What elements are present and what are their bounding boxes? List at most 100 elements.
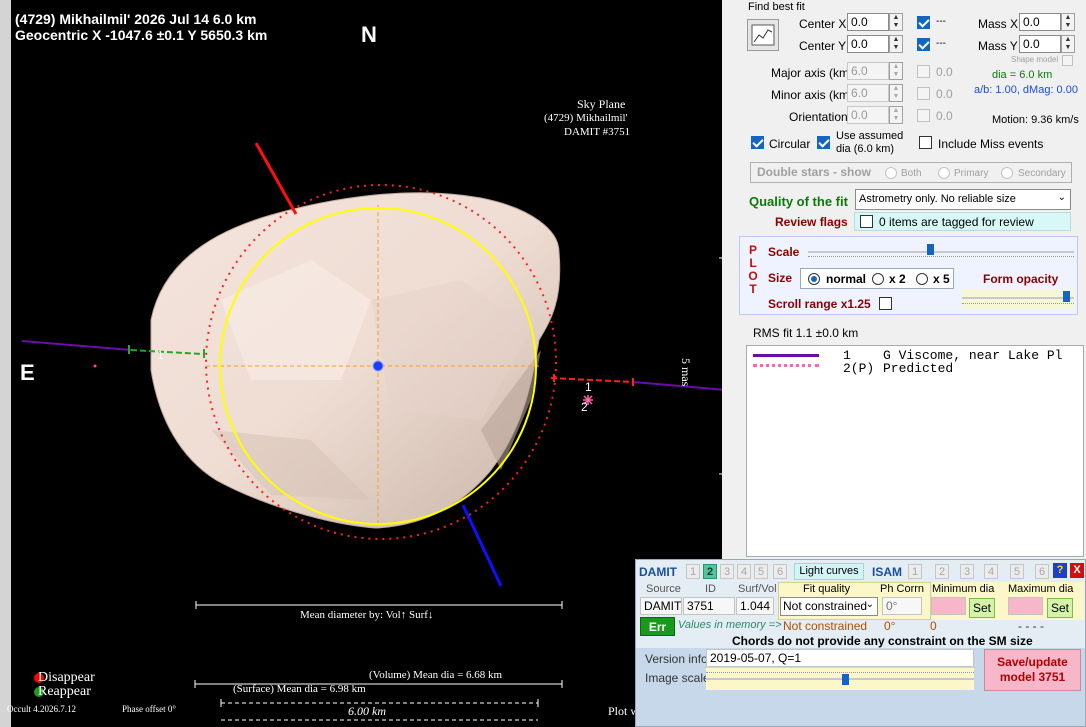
minor-axis-input[interactable]: 6.0 bbox=[847, 84, 889, 102]
orientation-checkbox[interactable] bbox=[917, 109, 930, 122]
size-x5-radio[interactable] bbox=[916, 273, 928, 285]
source-header: Source bbox=[646, 583, 681, 595]
major-axis-checkbox[interactable] bbox=[917, 65, 930, 78]
scale-thumb[interactable] bbox=[927, 244, 934, 255]
image-scale-label: Image scale bbox=[645, 671, 710, 685]
damit-num-1[interactable]: 1 bbox=[686, 564, 700, 579]
include-miss-checkbox[interactable] bbox=[919, 136, 932, 149]
both-radio[interactable] bbox=[885, 167, 897, 179]
minor-axis-checkbox[interactable] bbox=[917, 87, 930, 100]
id-field[interactable]: 3751 bbox=[683, 597, 735, 615]
err-button[interactable]: Err bbox=[640, 617, 675, 636]
circular-checkbox[interactable] bbox=[751, 136, 764, 149]
minor-axis-uncert: 0.0 bbox=[936, 87, 953, 101]
isam-num-4[interactable]: 4 bbox=[984, 564, 998, 579]
ph-corr-header: Ph Corrn bbox=[880, 583, 925, 595]
version-info-field[interactable]: 2019-05-07, Q=1 bbox=[706, 649, 974, 667]
mem-quality: Not constrained bbox=[783, 619, 868, 633]
scroll-range-checkbox[interactable] bbox=[879, 297, 892, 310]
km-scale-label: 6.00 km bbox=[348, 704, 386, 718]
damit-num-2[interactable]: 2 bbox=[703, 564, 717, 579]
scale-slider[interactable] bbox=[808, 243, 1074, 260]
size-x2-label: x 2 bbox=[889, 272, 906, 286]
close-button[interactable]: X bbox=[1070, 563, 1084, 578]
damit-num-6[interactable]: 6 bbox=[773, 564, 787, 579]
north-label: N bbox=[361, 22, 377, 47]
orientation-spinner[interactable]: ▲ ▼ bbox=[889, 106, 903, 124]
chords-message: Chords do not provide any constraint on … bbox=[732, 634, 1033, 648]
double-stars-label: Double stars - show bbox=[757, 165, 872, 179]
review-text: 0 items are tagged for review bbox=[879, 215, 1034, 229]
opacity-slider[interactable] bbox=[962, 289, 1074, 309]
size-x2-radio[interactable] bbox=[872, 273, 884, 285]
isam-num-6[interactable]: 6 bbox=[1035, 564, 1049, 579]
opacity-track bbox=[962, 297, 1074, 299]
scale-track bbox=[808, 251, 1074, 253]
dia-text: dia = 6.0 km bbox=[992, 69, 1053, 81]
mass-y-spinner[interactable]: ▲ ▼ bbox=[1061, 35, 1075, 53]
damit-num-4[interactable]: 4 bbox=[737, 564, 751, 579]
mass-y-input[interactable]: 0.0 bbox=[1019, 35, 1061, 53]
east-label: E bbox=[20, 360, 35, 385]
image-scale-slider[interactable] bbox=[706, 668, 974, 690]
size-normal-radio[interactable] bbox=[808, 273, 820, 285]
damit-num-5[interactable]: 5 bbox=[754, 564, 768, 579]
plot-area[interactable]: (4729) Mikhailmil' 2026 Jul 14 6.0 km Ge… bbox=[0, 0, 728, 727]
isam-num-1[interactable]: 1 bbox=[908, 564, 922, 579]
scale-ticks bbox=[808, 256, 1074, 257]
surface-dia-label: (Surface) Mean dia = 6.98 km bbox=[233, 683, 366, 695]
use-assumed-checkbox[interactable] bbox=[817, 136, 830, 149]
minor-axis-spinner[interactable]: ▲ ▼ bbox=[889, 84, 903, 102]
quality-select[interactable]: Astrometry only. No reliable size ⌄ bbox=[855, 189, 1071, 210]
source-field[interactable]: DAMIT bbox=[640, 597, 682, 615]
center-y-input[interactable]: 0.0 bbox=[847, 35, 889, 53]
shape-model-checkbox[interactable] bbox=[1062, 55, 1073, 66]
minor-axis-label: Minor axis (km) bbox=[771, 88, 854, 102]
light-curves-button[interactable]: Light curves bbox=[794, 563, 864, 580]
isam-num-2[interactable]: 2 bbox=[935, 564, 949, 579]
scale-label: Scale bbox=[768, 245, 800, 259]
center-x-spinner[interactable]: ▲ ▼ bbox=[889, 13, 903, 31]
orientation-input[interactable]: 0.0 bbox=[847, 106, 889, 124]
surf-vol-field[interactable]: 1.044 bbox=[736, 597, 774, 615]
mass-x-input[interactable]: 0.0 bbox=[1019, 13, 1061, 31]
secondary-radio[interactable] bbox=[1001, 167, 1013, 179]
find-best-fit-button[interactable] bbox=[747, 19, 779, 51]
chevron-down-icon: ⌄ bbox=[1057, 192, 1066, 203]
legend-reappear: Reappear bbox=[38, 684, 91, 699]
fit-quality-select[interactable]: Not constrained ⌄ bbox=[780, 597, 878, 616]
isam-num-5[interactable]: 5 bbox=[1010, 564, 1024, 579]
primary-label: Primary bbox=[954, 168, 989, 179]
center-x-input[interactable]: 0.0 bbox=[847, 13, 889, 31]
help-button[interactable]: ? bbox=[1053, 563, 1067, 578]
rms-fit-label: RMS fit 1.1 ±0.0 km bbox=[753, 326, 859, 340]
set-min-button[interactable]: Set bbox=[969, 598, 995, 618]
review-checkbox[interactable] bbox=[860, 215, 873, 228]
center-y-checkbox[interactable] bbox=[917, 38, 930, 51]
image-scale-thumb[interactable] bbox=[842, 674, 849, 685]
set-max-button[interactable]: Set bbox=[1047, 598, 1073, 618]
fit-quality-header: Fit quality bbox=[803, 583, 851, 595]
opacity-thumb[interactable] bbox=[1063, 291, 1070, 302]
ph-corr-field[interactable]: 0° bbox=[882, 597, 922, 615]
isam-num-3[interactable]: 3 bbox=[960, 564, 974, 579]
center-y-spinner[interactable]: ▲ ▼ bbox=[889, 35, 903, 53]
size-label: Size bbox=[768, 271, 793, 285]
size-x5-label: x 5 bbox=[933, 272, 950, 286]
damit-num-3[interactable]: 3 bbox=[720, 564, 734, 579]
mass-x-spinner[interactable]: ▲ ▼ bbox=[1061, 13, 1075, 31]
mem-ph-corr: 0° bbox=[884, 619, 896, 633]
mass-x-label: Mass X bbox=[978, 17, 1019, 31]
mem-min-dia: 0 bbox=[930, 619, 937, 633]
max-dia-field[interactable] bbox=[1008, 597, 1043, 615]
save-update-button[interactable]: Save/update model 3751 bbox=[984, 649, 1081, 691]
min-dia-field[interactable] bbox=[931, 597, 966, 615]
chevron-down-icon: ⌄ bbox=[865, 599, 874, 610]
volume-dia-label: (Volume) Mean dia = 6.68 km bbox=[369, 669, 503, 681]
major-axis-input[interactable]: 6.0 bbox=[847, 62, 889, 80]
include-miss-label: Include Miss events bbox=[938, 137, 1044, 151]
major-axis-spinner[interactable]: ▲ ▼ bbox=[889, 62, 903, 80]
center-x-checkbox[interactable] bbox=[917, 16, 930, 29]
isam-label: ISAM bbox=[872, 565, 902, 579]
primary-radio[interactable] bbox=[938, 167, 950, 179]
